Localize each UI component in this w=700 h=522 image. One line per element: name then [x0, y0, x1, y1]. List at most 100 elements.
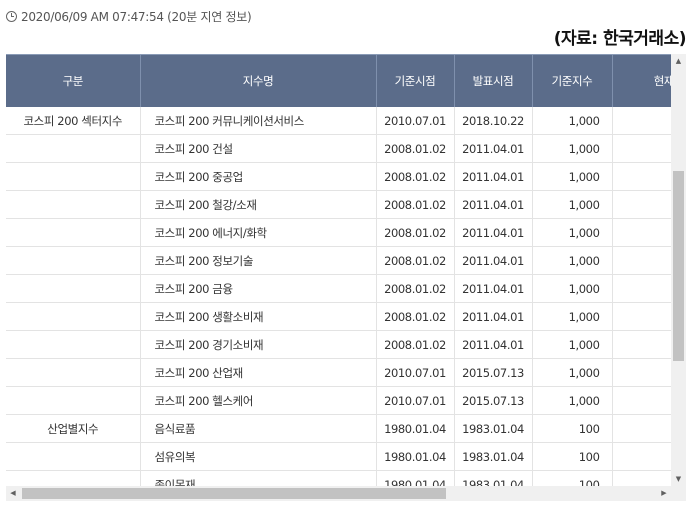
- source-label: (자료: 한국거래소): [553, 29, 687, 49]
- table-row: 코스피 200 건설 2008.01.02 2011.04.01 1,000: [6, 134, 671, 163]
- index-name-cell: 코스피 200 철강/소재: [140, 190, 377, 219]
- current-value-cell: [612, 246, 671, 275]
- index-table: 구분 지수명 기준시점 발표시점 기준지수 현재지 코스피 200 섹터지수코스…: [6, 55, 671, 487]
- base-index-cell: 1,000: [532, 190, 613, 219]
- base-index-cell: 1,000: [532, 107, 613, 135]
- index-name-cell: 음식료품: [140, 414, 377, 443]
- category-cell: [6, 190, 141, 219]
- index-name-cell: 코스피 200 커뮤니케이션서비스: [140, 107, 377, 135]
- table-row: 코스피 200 중공업 2008.01.02 2011.04.01 1,000: [6, 162, 671, 191]
- table-row: 코스피 200 헬스케어 2010.07.01 2015.07.13 1,000: [6, 386, 671, 415]
- current-value-cell: [612, 134, 671, 163]
- index-name-cell: 코스피 200 금융: [140, 274, 377, 303]
- base-date-cell: 2008.01.02: [376, 330, 455, 359]
- base-date-cell: 1980.01.04: [376, 414, 455, 443]
- base-index-cell: 100: [532, 442, 613, 471]
- category-cell: [6, 358, 141, 387]
- current-value-cell: [612, 162, 671, 191]
- table-header-row: 구분 지수명 기준시점 발표시점 기준지수 현재지: [6, 55, 671, 107]
- base-index-cell: 1,000: [532, 302, 613, 331]
- base-index-cell: 1,000: [532, 134, 613, 163]
- index-name-cell: 코스피 200 건설: [140, 134, 377, 163]
- table-row: 종이목재 1980.01.04 1983.01.04 100: [6, 470, 671, 487]
- category-cell: [6, 246, 141, 275]
- table-row: 코스피 200 경기소비재 2008.01.02 2011.04.01 1,000: [6, 330, 671, 359]
- index-name-cell: 코스피 200 중공업: [140, 162, 377, 191]
- base-index-cell: 100: [532, 470, 613, 487]
- table-row: 코스피 200 에너지/화학 2008.01.02 2011.04.01 1,000: [6, 218, 671, 247]
- table-body: 코스피 200 섹터지수 코스피 200 커뮤니케이션서비스 2010.07.01 2…: [6, 107, 671, 487]
- category-cell: [6, 386, 141, 415]
- category-cell: 코스피 200 섹터지수: [6, 107, 141, 135]
- category-cell: [6, 274, 141, 303]
- table-row: 코스피 200 섹터지수 코스피 200 커뮤니케이션서비스 2010.07.01 2…: [6, 107, 671, 135]
- current-value-cell: [612, 190, 671, 219]
- category-cell: 산업별지수: [6, 414, 141, 443]
- publish-date-cell: 2011.04.01: [454, 134, 533, 163]
- category-cell: [6, 218, 141, 247]
- arrow-down-icon[interactable]: ▼: [671, 472, 686, 486]
- current-value-cell: [612, 358, 671, 387]
- index-name-cell: 섬유의복: [140, 442, 377, 471]
- category-cell: [6, 162, 141, 191]
- current-value-cell: [612, 330, 671, 359]
- base-index-cell: 1,000: [532, 218, 613, 247]
- publish-date-cell: 1983.01.04: [454, 414, 533, 443]
- current-value-cell: [612, 218, 671, 247]
- table-row: 산업별지수 음식료품 1980.01.04 1983.01.04 100: [6, 414, 671, 443]
- current-value-cell: [612, 470, 671, 487]
- category-cell: [6, 330, 141, 359]
- base-date-cell: 1980.01.04: [376, 470, 455, 487]
- arrow-right-icon[interactable]: ▶: [657, 486, 671, 501]
- base-date-cell: 2008.01.02: [376, 190, 455, 219]
- current-value-cell: [612, 107, 671, 135]
- current-value-cell: [612, 414, 671, 443]
- arrow-up-icon[interactable]: ▲: [671, 54, 686, 68]
- publish-date-cell: 2015.07.13: [454, 358, 533, 387]
- table-row: 코스피 200 산업재 2010.07.01 2015.07.13 1,000: [6, 358, 671, 387]
- index-name-cell: 코스피 200 생활소비재: [140, 302, 377, 331]
- base-index-cell: 1,000: [532, 358, 613, 387]
- horizontal-scrollbar[interactable]: ◀ ▶: [6, 486, 671, 501]
- base-date-cell: 2010.07.01: [376, 386, 455, 415]
- arrow-left-icon[interactable]: ◀: [6, 486, 20, 501]
- publish-date-cell: 2011.04.01: [454, 246, 533, 275]
- base-index-cell: 1,000: [532, 274, 613, 303]
- col-header-base-date: 기준시점: [376, 55, 455, 107]
- publish-date-cell: 2011.04.01: [454, 162, 533, 191]
- vertical-scroll-thumb[interactable]: [673, 171, 684, 361]
- index-name-cell: 종이목재: [140, 470, 377, 487]
- col-header-category: 구분: [6, 55, 141, 107]
- index-name-cell: 코스피 200 산업재: [140, 358, 377, 387]
- base-date-cell: 2008.01.02: [376, 134, 455, 163]
- category-cell: [6, 442, 141, 471]
- timestamp-bar: 2020/06/09 AM 07:47:54 (20분 지연 정보): [6, 8, 252, 25]
- base-date-cell: 2008.01.02: [376, 218, 455, 247]
- publish-date-cell: 2011.04.01: [454, 302, 533, 331]
- base-index-cell: 1,000: [532, 330, 613, 359]
- horizontal-scroll-thumb[interactable]: [22, 488, 446, 499]
- publish-date-cell: 2011.04.01: [454, 274, 533, 303]
- base-index-cell: 1,000: [532, 386, 613, 415]
- publish-date-cell: 1983.01.04: [454, 470, 533, 487]
- vertical-scrollbar[interactable]: ▲ ▼: [671, 54, 686, 486]
- category-cell: [6, 134, 141, 163]
- current-value-cell: [612, 302, 671, 331]
- category-cell: [6, 470, 141, 487]
- scrollbar-corner: [671, 486, 686, 501]
- table-row: 코스피 200 생활소비재 2008.01.02 2011.04.01 1,000: [6, 302, 671, 331]
- publish-date-cell: 2011.04.01: [454, 190, 533, 219]
- current-value-cell: [612, 386, 671, 415]
- base-index-cell: 1,000: [532, 162, 613, 191]
- publish-date-cell: 1983.01.04: [454, 442, 533, 471]
- category-cell: [6, 302, 141, 331]
- table-row: 섬유의복 1980.01.04 1983.01.04 100: [6, 442, 671, 471]
- index-name-cell: 코스피 200 헬스케어: [140, 386, 377, 415]
- index-table-viewport: 구분 지수명 기준시점 발표시점 기준지수 현재지 코스피 200 섹터지수코스…: [6, 54, 671, 487]
- timestamp-text: 2020/06/09 AM 07:47:54 (20분 지연 정보): [21, 10, 252, 24]
- current-value-cell: [612, 442, 671, 471]
- table-row: 코스피 200 정보기술 2008.01.02 2011.04.01 1,000: [6, 246, 671, 275]
- current-value-cell: [612, 274, 671, 303]
- index-name-cell: 코스피 200 경기소비재: [140, 330, 377, 359]
- base-date-cell: 2008.01.02: [376, 162, 455, 191]
